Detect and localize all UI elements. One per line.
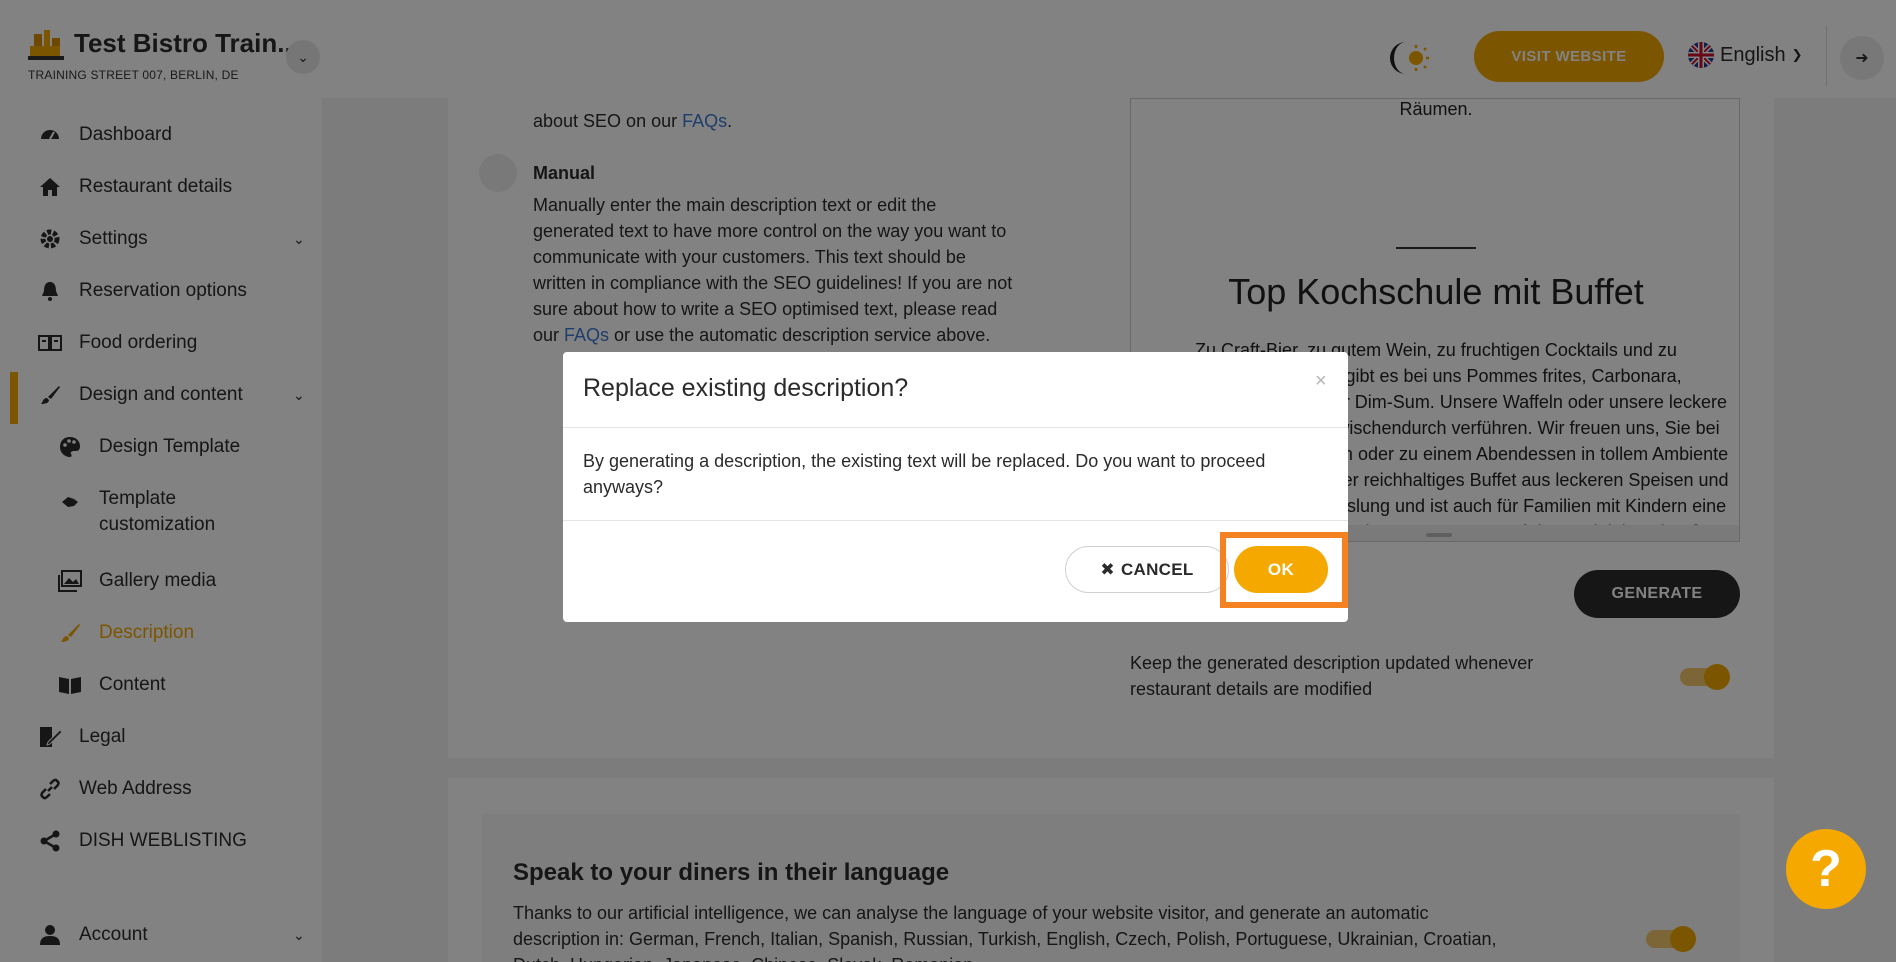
dialog-title: Replace existing description? — [583, 374, 909, 402]
dialog-divider — [563, 520, 1348, 521]
dialog-divider — [563, 427, 1348, 428]
cancel-label: CANCEL — [1120, 559, 1194, 579]
dialog-message: By generating a description, the existin… — [583, 451, 1266, 497]
close-icon[interactable]: × — [1315, 370, 1327, 393]
ok-button[interactable]: OK — [1234, 546, 1328, 593]
cancel-button[interactable]: ✖ CANCEL — [1065, 546, 1229, 593]
help-button[interactable]: ? — [1786, 829, 1866, 909]
close-icon: ✖ — [1100, 559, 1115, 579]
